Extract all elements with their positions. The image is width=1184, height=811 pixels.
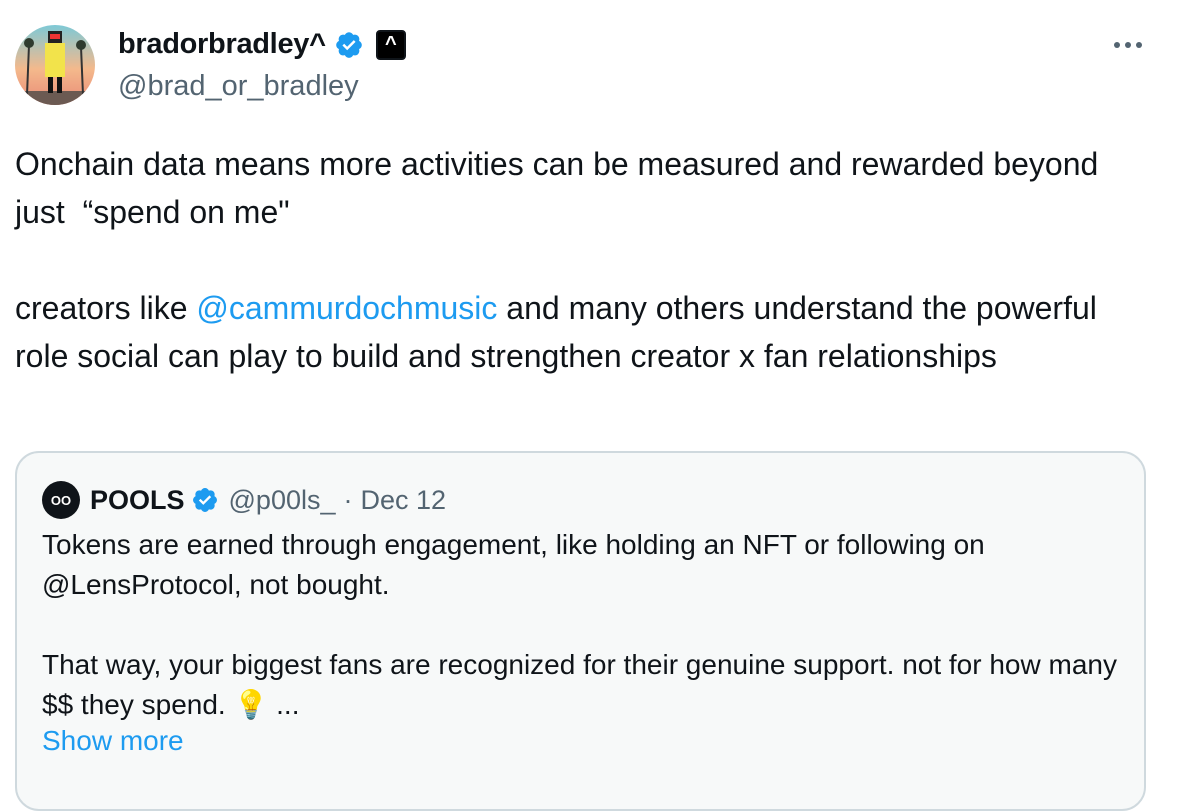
more-dots-icon [1114, 42, 1142, 48]
quoted-tweet-body: Tokens are earned through engagement, li… [42, 525, 1122, 725]
more-options-button[interactable] [1108, 28, 1148, 62]
truncation-ellipsis: ... [276, 689, 300, 720]
quoted-paragraph-2: That way, your biggest fans are recogniz… [42, 649, 1125, 720]
quoted-tweet-card[interactable]: OO POOLS @p00ls_ · Dec 12 Tokens are ear… [15, 451, 1146, 811]
author-name-text: bradorbradley^ [118, 28, 326, 60]
mention-link[interactable]: @cammurdochmusic [196, 290, 497, 326]
quoted-tweet-header: OO POOLS @p00ls_ · Dec 12 [42, 481, 446, 519]
quoted-date[interactable]: Dec 12 [361, 485, 447, 516]
quoted-paragraph-1: Tokens are earned through engagement, li… [42, 529, 993, 600]
quoted-handle[interactable]: @p00ls_ [229, 485, 336, 516]
avatar[interactable] [15, 25, 95, 105]
tweet-body: Onchain data means more activities can b… [15, 140, 1145, 380]
author-handle[interactable]: @brad_or_bradley [118, 70, 359, 103]
affiliate-badge-icon[interactable]: ^ [375, 29, 406, 60]
verified-badge-icon [335, 31, 362, 58]
lightbulb-emoji-icon: 💡 [233, 689, 269, 720]
quoted-verified-badge-icon [192, 488, 217, 512]
quoted-avatar-icon[interactable]: OO [42, 481, 80, 519]
meta-separator: · [343, 484, 353, 515]
quoted-author-name[interactable]: POOLS [90, 485, 185, 516]
tweet-text-before-mention: creators like [15, 290, 197, 326]
author-display-name[interactable]: bradorbradley^ ^ [118, 28, 406, 61]
tweet-paragraph-1: Onchain data means more activities can b… [15, 146, 1108, 230]
show-more-link[interactable]: Show more [42, 725, 184, 757]
